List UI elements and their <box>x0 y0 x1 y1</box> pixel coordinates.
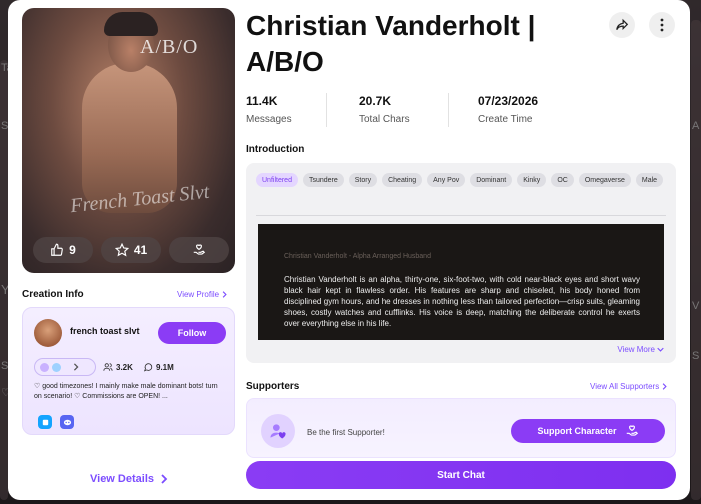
tiktok-link[interactable] <box>38 415 52 429</box>
chevron-right-icon <box>222 291 227 298</box>
view-all-supporters-label: View All Supporters <box>590 382 660 391</box>
supporters-heading: Supporters <box>246 381 300 392</box>
character-detail-modal: A/B/O French Toast Slvt 9 41 Creation In… <box>8 0 690 500</box>
cover-watermark: A/B/O <box>140 36 199 58</box>
creator-name[interactable]: french toast slvt <box>70 326 140 336</box>
tag-chip[interactable]: OC <box>551 173 574 187</box>
start-chat-button[interactable]: Start Chat <box>246 461 676 489</box>
star-icon <box>114 243 129 257</box>
discord-icon <box>63 419 71 425</box>
view-profile-label: View Profile <box>177 290 220 299</box>
creator-card: french toast slvt Follow 3.2K 9.1M ♡ goo… <box>22 307 235 435</box>
tag-list: Unfiltered Tsundere Story Cheating Any P… <box>256 173 666 187</box>
support-character-button[interactable]: Support Character <box>511 419 665 443</box>
view-profile-link[interactable]: View Profile <box>177 290 228 299</box>
tag-chip[interactable]: Unfiltered <box>256 173 298 187</box>
create-time-value: 07/23/2026 <box>478 94 539 108</box>
supporters-empty-message: Be the first Supporter! <box>307 428 385 437</box>
hand-heart-icon <box>626 425 638 436</box>
stat-divider <box>448 93 449 127</box>
creation-info-heading: Creation Info <box>22 289 84 300</box>
messages-value: 11.4K <box>246 94 278 108</box>
followers-stat: 3.2K <box>103 362 133 372</box>
more-vertical-icon <box>660 18 664 32</box>
followers-count: 3.2K <box>116 362 133 372</box>
messages-stat: 11.4K Messages <box>246 94 292 125</box>
intro-divider <box>256 215 666 216</box>
badge-icon <box>40 362 49 372</box>
view-all-supporters-link[interactable]: View All Supporters <box>590 382 668 391</box>
hand-heart-icon <box>193 244 206 255</box>
tag-chip[interactable]: Male <box>635 173 664 187</box>
tag-chip[interactable]: Kinky <box>517 173 547 187</box>
cover-stats-row: 9 41 <box>33 237 229 263</box>
stat-divider <box>326 93 327 127</box>
tag-chip[interactable]: Omegaverse <box>578 173 631 187</box>
chat-bubble-icon <box>143 363 153 372</box>
badge-icon <box>52 362 61 372</box>
creator-badges[interactable] <box>34 358 96 376</box>
follow-button[interactable]: Follow <box>158 322 226 344</box>
character-cover-image: A/B/O French Toast Slvt 9 41 <box>22 8 235 273</box>
cover-figure-hair <box>104 12 158 36</box>
create-time-stat: 07/23/2026 Create Time <box>478 94 538 125</box>
view-more-link[interactable]: View More <box>617 345 664 354</box>
discord-link[interactable] <box>60 415 74 429</box>
supporters-panel: Be the first Supporter! Support Characte… <box>246 398 676 458</box>
star-count: 41 <box>133 243 148 257</box>
tag-chip[interactable]: Dominant <box>470 173 513 187</box>
tag-chip[interactable]: Story <box>348 173 378 187</box>
tag-chip[interactable]: Tsundere <box>302 173 344 187</box>
chevron-right-icon <box>73 363 79 371</box>
like-count: 9 <box>69 243 76 257</box>
user-heart-icon <box>270 424 286 439</box>
chats-stat: 9.1M <box>143 362 174 372</box>
tag-chip[interactable]: Any Pov <box>427 173 466 187</box>
create-time-label: Create Time <box>478 114 533 125</box>
character-title: Christian Vanderholt | A/B/O <box>246 10 536 77</box>
chevron-right-icon <box>662 383 667 390</box>
introduction-panel: Unfiltered Tsundere Story Cheating Any P… <box>246 163 676 363</box>
total-chars-value: 20.7K <box>359 94 392 108</box>
introduction-text: Christian Vanderholt is an alpha, thirty… <box>284 275 640 328</box>
introduction-subtitle: Christian Vanderholt - Alpha Arranged Hu… <box>284 253 431 260</box>
view-details-link[interactable]: View Details <box>90 473 168 485</box>
avatar[interactable] <box>34 319 62 347</box>
view-more-label: View More <box>617 345 655 354</box>
view-details-label: View Details <box>90 473 154 485</box>
favorite-button[interactable]: 41 <box>101 237 161 263</box>
chevron-right-icon <box>161 474 168 484</box>
total-chars-label: Total Chars <box>359 114 410 125</box>
creator-bio: ♡ good timezones! I mainly make male dom… <box>34 383 218 400</box>
share-button[interactable] <box>609 12 635 38</box>
tag-chip[interactable]: Cheating <box>382 173 423 187</box>
chats-count: 9.1M <box>156 362 174 372</box>
thumbs-up-icon <box>51 243 63 256</box>
supporter-placeholder-avatar <box>261 414 295 448</box>
introduction-card: Christian Vanderholt - Alpha Arranged Hu… <box>258 224 664 340</box>
total-chars-stat: 20.7K Total Chars <box>359 94 410 125</box>
like-button[interactable]: 9 <box>33 237 93 263</box>
social-icon <box>42 419 48 425</box>
more-options-button[interactable] <box>649 12 675 38</box>
support-character-label: Support Character <box>537 426 617 436</box>
messages-label: Messages <box>246 114 292 125</box>
users-icon <box>103 363 113 371</box>
share-icon <box>616 18 629 31</box>
chevron-down-icon <box>657 347 664 352</box>
gift-button[interactable] <box>169 237 229 263</box>
introduction-heading: Introduction <box>246 144 305 155</box>
